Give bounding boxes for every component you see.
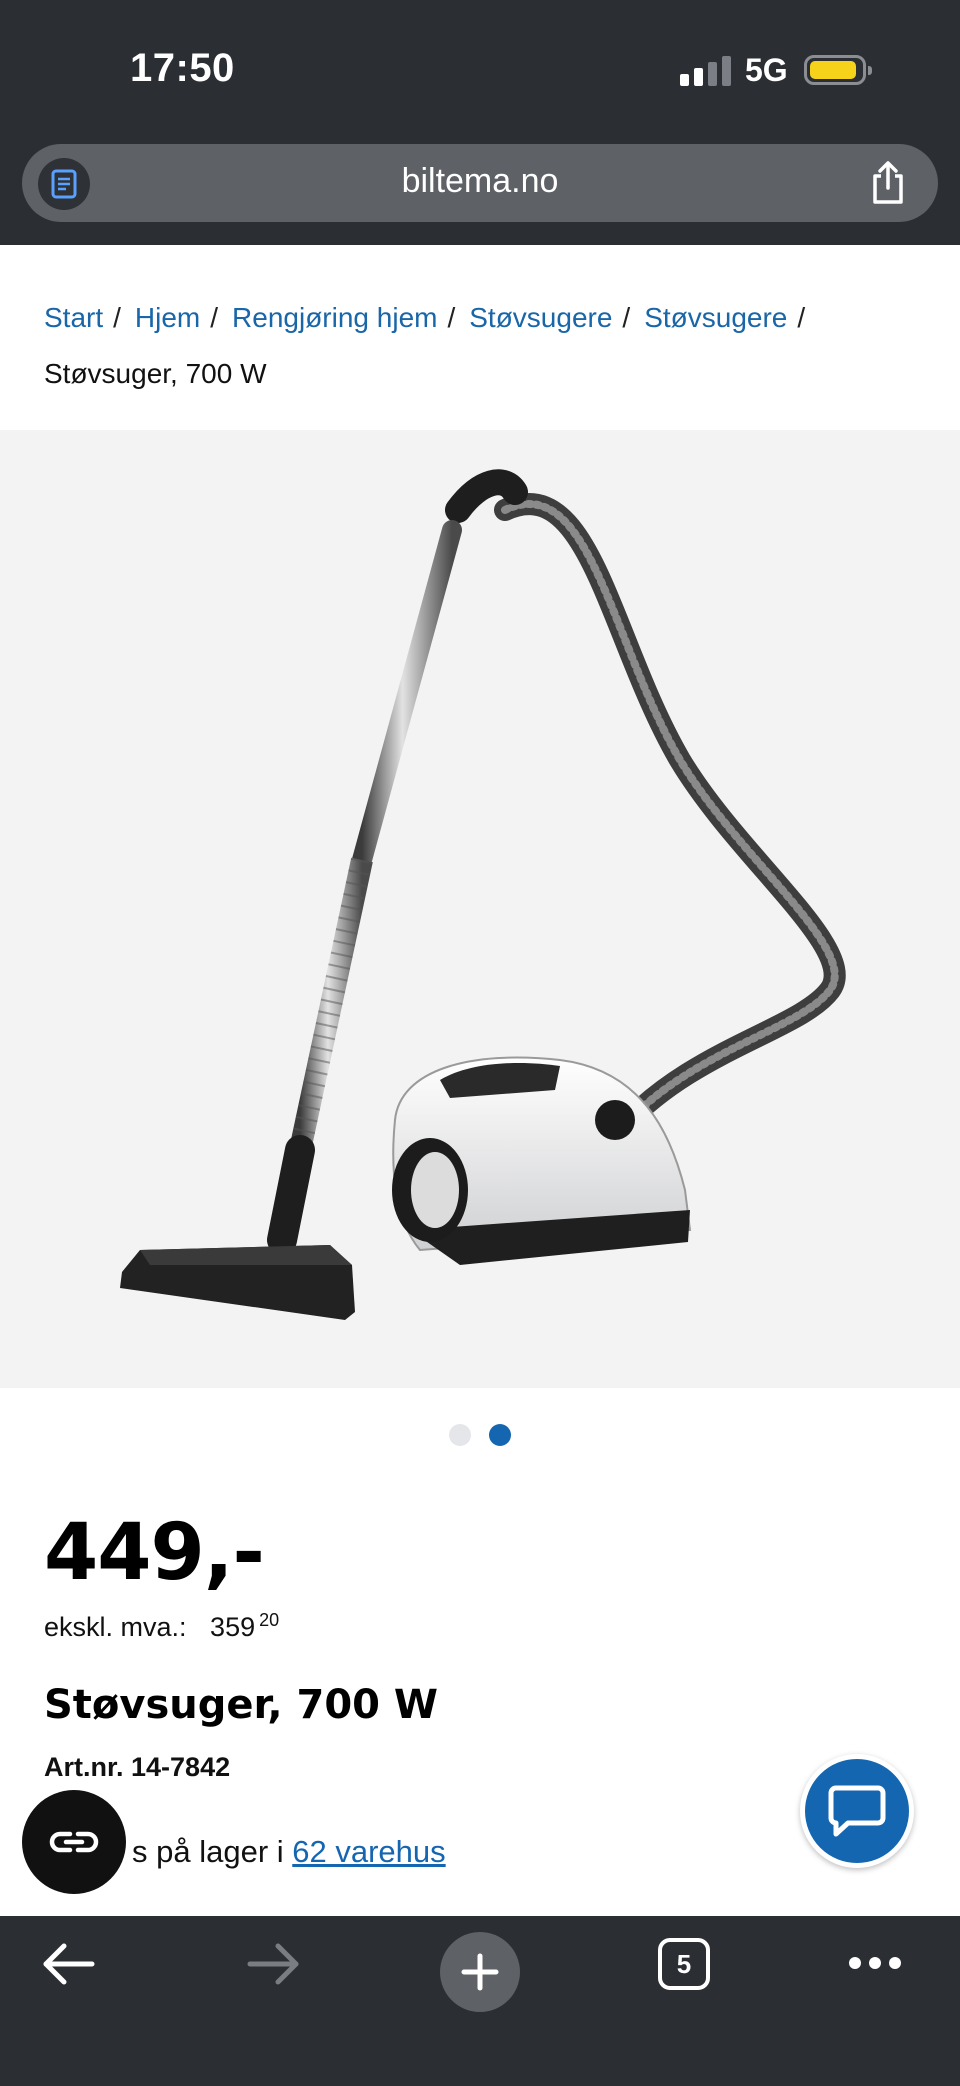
browser-bottom-toolbar: 5 [0,1916,960,2086]
url-text[interactable]: biltema.no [22,162,938,201]
forward-arrow-icon[interactable] [246,1942,302,1986]
battery-icon [804,55,872,85]
cellular-signal-icon [680,56,731,86]
breadcrumb-stovsugere[interactable]: Støvsugere [469,302,612,333]
breadcrumb-stovsugere-sub[interactable]: Støvsugere [644,302,787,333]
stock-text: s på lager i [132,1834,284,1869]
address-bar[interactable]: biltema.no [22,144,938,222]
product-price: 449,- [44,1508,265,1598]
chat-button[interactable] [800,1754,914,1868]
new-tab-plus-icon[interactable] [440,1932,520,2012]
breadcrumb-separator: / [113,302,121,333]
more-options-icon[interactable] [848,1956,902,1970]
status-time: 17:50 [130,46,235,90]
ex-vat-decimals: 20 [259,1610,280,1630]
cobrowse-icon[interactable] [22,1790,126,1894]
product-image-gallery[interactable] [0,430,960,1388]
gallery-dot-1[interactable] [449,1424,471,1446]
chat-bubble-icon [828,1785,886,1837]
breadcrumb-separator: / [622,302,631,333]
breadcrumb-start[interactable]: Start [44,302,103,333]
breadcrumb-separator: / [447,302,456,333]
stores-link[interactable]: 62 varehus [292,1834,445,1869]
article-number: Art.nr. 14-7842 [44,1752,231,1782]
breadcrumb: Start / Hjem / Rengjøring hjem / Støvsugere / St… [44,290,924,402]
breadcrumb-current: Støvsuger, 700 W [44,358,267,389]
browser-top-chrome: 17:50 5G biltema.no [0,0,960,245]
share-icon[interactable] [868,160,908,211]
ex-vat-value: 359 [210,1612,256,1642]
price-ex-vat: ekskl. mva.: 359 20 [44,1610,279,1643]
gallery-dot-2-active[interactable] [489,1424,511,1446]
back-arrow-icon[interactable] [40,1942,96,1986]
tabs-button[interactable]: 5 [658,1938,710,1990]
product-title: Støvsuger, 700 W [44,1682,439,1728]
ex-vat-label: ekskl. mva.: [44,1612,187,1642]
product-image-vacuum-cleaner [120,469,846,1320]
breadcrumb-separator: / [797,302,806,333]
breadcrumb-hjem[interactable]: Hjem [135,302,200,333]
breadcrumb-rengjoring-hjem[interactable]: Rengjøring hjem [232,302,437,333]
network-type: 5G [745,52,788,88]
breadcrumb-separator: / [210,302,219,333]
gallery-pagination[interactable] [0,1424,960,1446]
